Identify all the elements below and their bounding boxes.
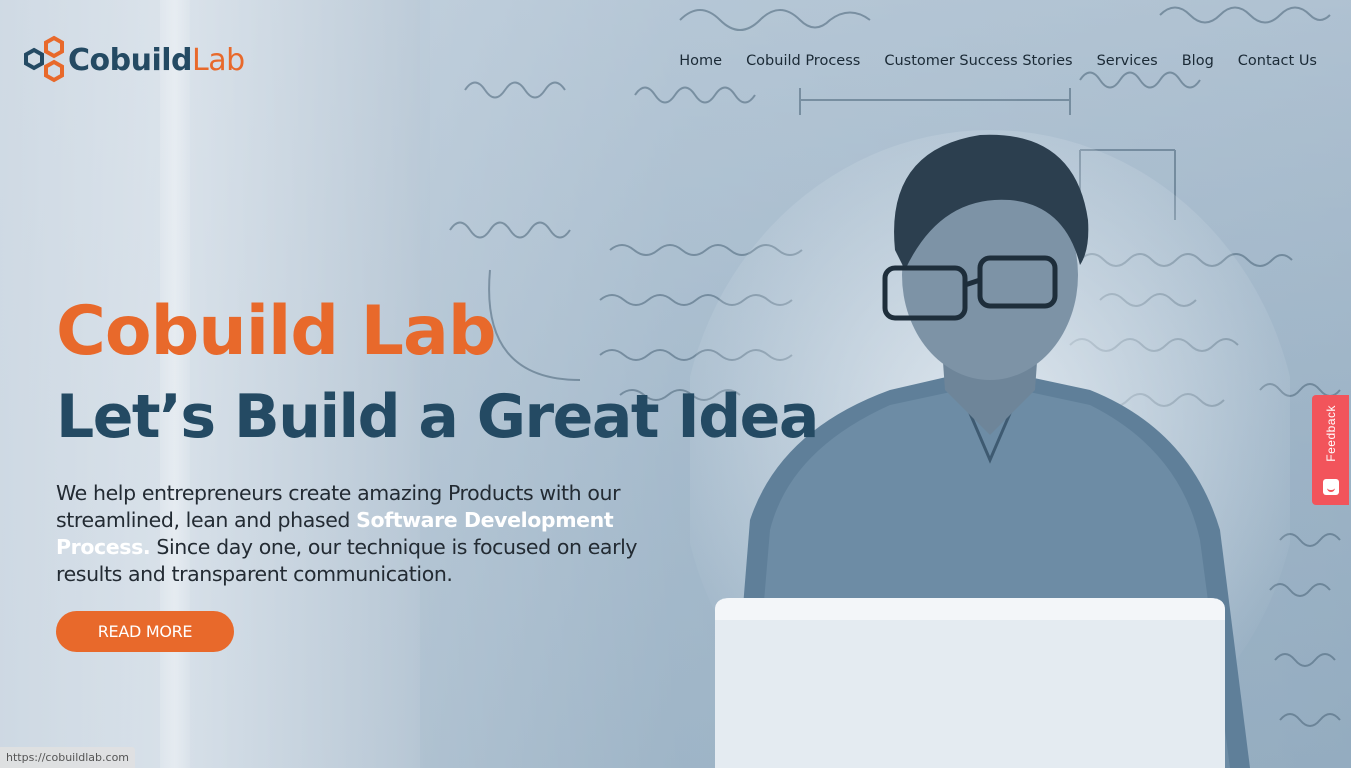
logo-text: CobuildLab [68,43,245,78]
nav-item-customer-success-stories[interactable]: Customer Success Stories [884,53,1072,69]
nav-item-contact-us[interactable]: Contact Us [1238,53,1317,69]
nav-item-services[interactable]: Services [1097,53,1158,69]
hero-title: Cobuild Lab [56,292,497,371]
nav-item-blog[interactable]: Blog [1182,53,1214,69]
logo-text-lab: Lab [192,42,245,78]
logo-text-cobuild: Cobuild [68,42,193,78]
main-nav: Home Cobuild Process Customer Success St… [655,53,1317,69]
feedback-label: Feedback [1323,405,1338,462]
hexagon-nodes-icon [24,35,64,83]
nav-item-home[interactable]: Home [679,53,722,69]
smiley-icon [1322,479,1339,495]
hero-description: We help entrepreneurs create amazing Pro… [56,480,676,588]
site-logo[interactable]: CobuildLab [20,34,245,86]
status-bar-url: https://cobuildlab.com [0,747,136,768]
nav-item-cobuild-process[interactable]: Cobuild Process [746,53,860,69]
hero-subtitle: Let’s Build a Great Idea [56,382,819,452]
feedback-tab[interactable]: Feedback [1312,395,1349,505]
read-more-button[interactable]: READ MORE [56,611,234,652]
